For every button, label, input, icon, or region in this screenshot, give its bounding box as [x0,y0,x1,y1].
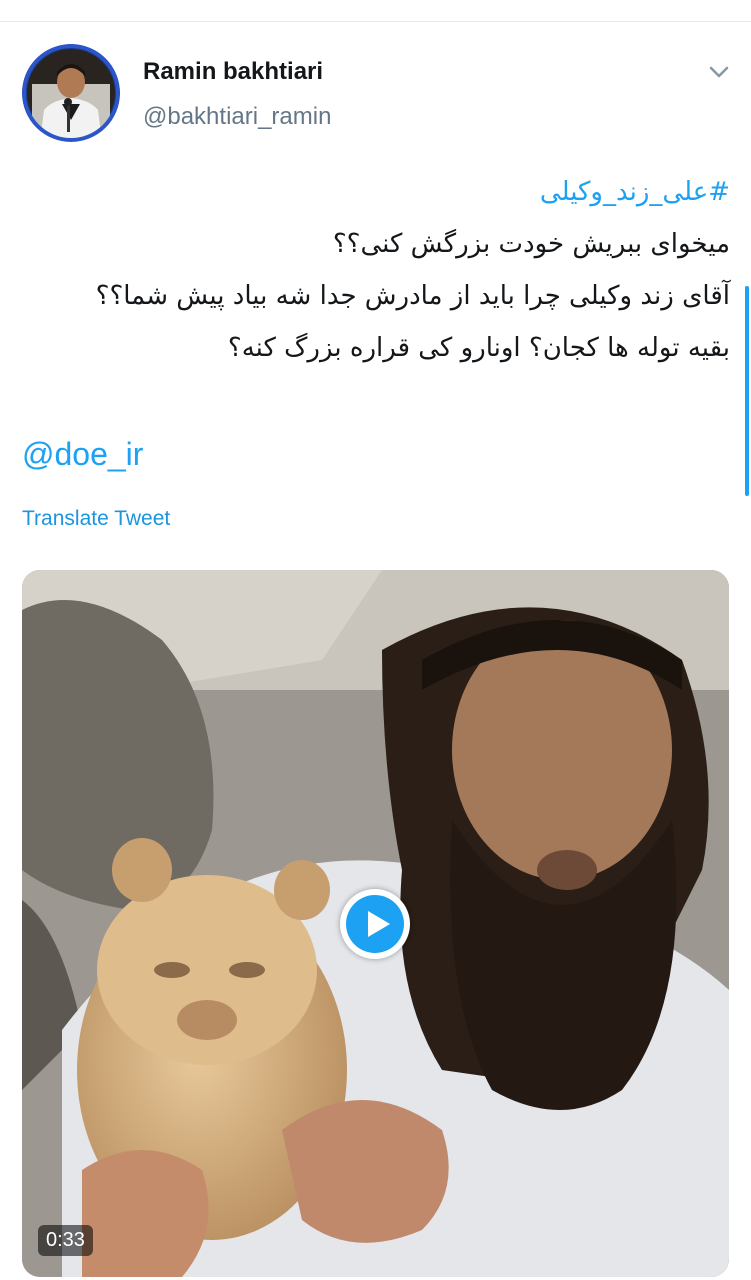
video-duration-badge: 0:33 [38,1225,93,1256]
tweet-text: #علی_زند_وکیلی میخوای ببریش خودت بزرگش ک… [22,166,730,374]
play-button[interactable] [340,889,410,959]
hashtag-link[interactable]: #علی_زند_وکیلی [22,166,730,218]
scrollbar[interactable] [745,286,749,496]
tweet-line-2: آقای زند وکیلی چرا باید از مادرش جدا شه … [95,281,730,311]
top-divider [0,21,751,22]
tweet-line-1: میخوای ببریش خودت بزرگش کنی؟؟ [332,229,730,259]
chevron-down-icon[interactable] [707,60,731,84]
mention-link[interactable]: @doe_ir [22,436,143,473]
tweet-screen: Ramin bakhtiari @bakhtiari_ramin #علی_زن… [0,0,751,1280]
tweet-line-3: بقیه توله ها کجان؟ اونارو کی قراره بزرگ … [227,333,730,363]
author-username[interactable]: @bakhtiari_ramin [143,103,331,131]
translate-tweet-link[interactable]: Translate Tweet [22,507,170,531]
video-player[interactable]: 0:33 [22,570,729,1277]
avatar-photo [22,44,120,142]
author-display-name[interactable]: Ramin bakhtiari [143,58,323,86]
play-icon [368,911,390,937]
author-avatar[interactable] [22,44,120,142]
